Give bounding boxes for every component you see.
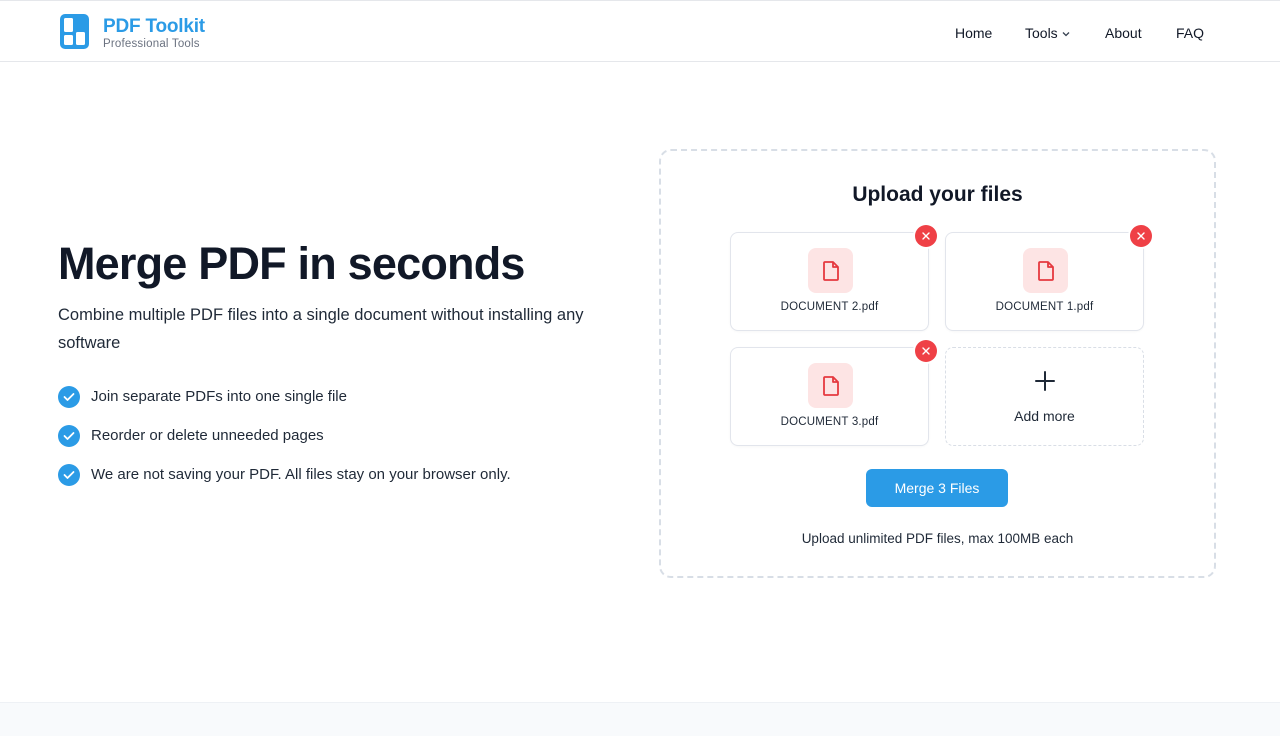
close-icon <box>922 232 930 240</box>
check-icon <box>58 385 80 408</box>
hero-description: Combine multiple PDF files into a single… <box>58 306 584 352</box>
hero-title: Merge PDF in seconds <box>58 238 525 289</box>
file-card[interactable]: DOCUMENT 3.pdf <box>730 347 929 446</box>
pdf-file-icon <box>1023 248 1068 293</box>
feature-text: We are not saving your PDF. All files st… <box>91 466 511 483</box>
remove-file-button[interactable] <box>915 225 937 247</box>
file-name: DOCUMENT 2.pdf <box>780 301 879 313</box>
merge-files-button[interactable]: Merge 3 Files <box>866 469 1008 507</box>
upload-title: Upload your files <box>852 183 1023 206</box>
nav-tools[interactable]: Tools <box>1025 25 1070 41</box>
nav-faq[interactable]: FAQ <box>1176 25 1204 41</box>
feature-item: Join separate PDFs into one single file <box>58 385 347 408</box>
feature-text: Join separate PDFs into one single file <box>91 388 347 405</box>
nav-tools-label: Tools <box>1025 25 1058 41</box>
add-more-label: Add more <box>1014 408 1075 424</box>
check-icon <box>58 463 80 486</box>
nav-home[interactable]: Home <box>955 25 992 41</box>
feature-item: Reorder or delete unneeded pages <box>58 424 324 447</box>
pdf-file-icon <box>808 363 853 408</box>
brand-title[interactable]: PDF Toolkit <box>103 16 205 38</box>
remove-file-button[interactable] <box>915 340 937 362</box>
feature-item: We are not saving your PDF. All files st… <box>58 463 511 486</box>
brand-subtitle: Professional Tools <box>103 38 200 50</box>
check-icon <box>58 424 80 447</box>
close-icon <box>922 347 930 355</box>
footer-strip <box>0 702 1280 736</box>
file-card[interactable]: DOCUMENT 2.pdf <box>730 232 929 331</box>
pdf-file-icon <box>808 248 853 293</box>
plus-icon <box>946 368 1143 398</box>
close-icon <box>1137 232 1145 240</box>
upload-note: Upload unlimited PDF files, max 100MB ea… <box>801 531 1074 546</box>
file-name: DOCUMENT 1.pdf <box>995 301 1094 313</box>
chevron-down-icon <box>1062 32 1070 37</box>
logo-icon[interactable] <box>60 14 89 49</box>
file-card[interactable]: DOCUMENT 1.pdf <box>945 232 1144 331</box>
feature-text: Reorder or delete unneeded pages <box>91 427 324 444</box>
file-name: DOCUMENT 3.pdf <box>780 416 879 428</box>
site-header: PDF Toolkit Professional Tools Home Tool… <box>0 0 1280 62</box>
nav-about[interactable]: About <box>1105 25 1142 41</box>
remove-file-button[interactable] <box>1130 225 1152 247</box>
add-more-button[interactable]: Add more <box>945 347 1144 446</box>
